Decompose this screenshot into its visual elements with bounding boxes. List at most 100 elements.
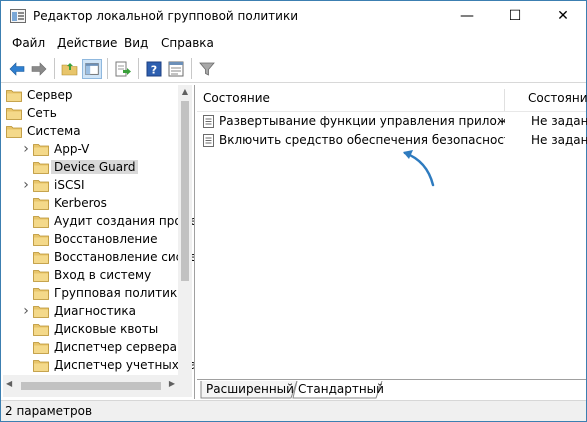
- expand-chevron-icon[interactable]: ›: [21, 142, 31, 156]
- tree-item-label: iSCSI: [54, 178, 85, 192]
- tree-item[interactable]: Device Guard: [3, 159, 181, 177]
- export-list-icon[interactable]: [113, 59, 133, 79]
- scroll-thumb[interactable]: [21, 382, 161, 390]
- close-button[interactable]: ✕: [540, 1, 586, 31]
- expand-chevron-icon[interactable]: ›: [21, 178, 31, 192]
- annotation-arrow: [403, 150, 435, 187]
- tree-item-label: Восстановление систем: [54, 250, 194, 264]
- column-divider[interactable]: [504, 89, 505, 111]
- menu-file[interactable]: Файл: [12, 36, 45, 50]
- folder-icon: [33, 252, 49, 264]
- tree-item[interactable]: › iSCSI: [3, 177, 181, 195]
- tree-item-label: Вход в систему: [54, 268, 152, 282]
- tree-item-label: Device Guard: [51, 160, 139, 174]
- svg-text:?: ?: [151, 64, 157, 77]
- help-icon[interactable]: ?: [144, 59, 164, 79]
- tree-item[interactable]: › App-V: [3, 141, 181, 159]
- tree-item[interactable]: Групповая политика: [3, 285, 185, 303]
- tree-item[interactable]: Дисковые квоты: [3, 321, 181, 339]
- tree-item-label: Сеть: [27, 106, 57, 120]
- folder-icon: [33, 180, 49, 192]
- app-icon: [10, 9, 26, 23]
- tree-item[interactable]: Сервер: [3, 87, 181, 105]
- toolbar-separator: [138, 58, 139, 79]
- tree-item-label: App-V: [54, 142, 90, 156]
- up-folder-icon[interactable]: [60, 59, 80, 79]
- folder-icon: [33, 216, 49, 228]
- tree-vertical-scrollbar[interactable]: ▲: [178, 85, 192, 375]
- tree-item-label: Дисковые квоты: [54, 322, 159, 336]
- tree-item-label: Система: [27, 124, 81, 138]
- tree-item[interactable]: Сеть: [3, 105, 181, 123]
- tree-item-label: Kerberos: [54, 196, 107, 210]
- tree-item-label: Сервер: [27, 88, 73, 102]
- column-header-state[interactable]: Состояние: [522, 89, 587, 111]
- tree-horizontal-scrollbar[interactable]: ◀ ▶: [3, 375, 178, 397]
- setting-state: Не задана: [531, 133, 587, 147]
- window-title: Редактор локальной групповой политики: [33, 9, 299, 23]
- column-header-setting[interactable]: Состояние: [197, 89, 504, 111]
- folder-icon: [33, 288, 49, 300]
- tree-item-label: Диспетчер учетных заг: [54, 358, 194, 372]
- setting-name: Включить средство обеспечения безопаснос…: [219, 133, 505, 147]
- forward-arrow-icon[interactable]: [29, 59, 49, 79]
- folder-icon: [33, 360, 49, 372]
- tree-item[interactable]: Диспетчер сервера: [3, 339, 181, 357]
- policy-setting-icon: [203, 134, 214, 147]
- filter-icon[interactable]: [197, 59, 217, 79]
- status-bar: 2 параметров: [1, 400, 586, 421]
- tree-item-label: Групповая политика: [54, 286, 185, 300]
- tab-extended[interactable]: Расширенный: [206, 382, 294, 399]
- tree-item[interactable]: › Диагностика: [3, 303, 181, 321]
- folder-icon: [33, 270, 49, 282]
- folder-icon: [33, 234, 49, 246]
- scroll-up-icon[interactable]: ▲: [178, 85, 192, 99]
- scroll-right-icon[interactable]: ▶: [169, 379, 175, 388]
- tree-item[interactable]: Kerberos: [3, 195, 181, 213]
- tree-item[interactable]: Вход в систему: [3, 267, 181, 285]
- minimize-button[interactable]: —: [444, 1, 490, 31]
- folder-icon: [33, 144, 49, 156]
- tree-item[interactable]: Восстановление систем: [3, 249, 194, 267]
- scroll-thumb[interactable]: [181, 101, 189, 281]
- maximize-button[interactable]: ☐: [492, 1, 538, 31]
- folder-icon: [6, 126, 22, 138]
- view-tabs: Расширенный Стандартный: [197, 379, 586, 399]
- folder-icon: [6, 108, 22, 120]
- setting-name: Развертывание функции управления приложе…: [219, 114, 505, 128]
- tree-item[interactable]: Диспетчер учетных заг: [3, 357, 194, 375]
- toolbar-separator: [191, 58, 192, 79]
- setting-state: Не задана: [531, 114, 587, 128]
- folder-icon: [33, 198, 49, 210]
- folder-icon: [33, 162, 49, 174]
- show-hide-tree-icon[interactable]: [82, 59, 102, 79]
- folder-icon: [6, 90, 22, 102]
- menu-action[interactable]: Действие: [57, 36, 117, 50]
- menu-view[interactable]: Вид: [124, 36, 148, 50]
- tree-item-label: Диспетчер сервера: [54, 340, 177, 354]
- folder-icon: [33, 342, 49, 354]
- status-text: 2 параметров: [5, 404, 93, 418]
- properties-icon[interactable]: [166, 59, 186, 79]
- tree-item[interactable]: Аудит создания процес: [3, 213, 194, 231]
- tree-item-label: Восстановление: [54, 232, 158, 246]
- folder-icon: [33, 306, 49, 318]
- menu-bar: Файл Действие Вид Справка: [1, 32, 586, 54]
- toolbar: ?: [1, 54, 586, 83]
- app-window: Редактор локальной групповой политики — …: [0, 0, 587, 422]
- scroll-left-icon[interactable]: ◀: [6, 379, 12, 388]
- tab-standard[interactable]: Стандартный: [298, 382, 384, 399]
- tree-item[interactable]: Система: [3, 123, 181, 141]
- tree-item-label: Диагностика: [54, 304, 137, 318]
- expand-chevron-icon[interactable]: ›: [21, 304, 31, 318]
- pane-splitter[interactable]: [194, 85, 195, 399]
- tree-item[interactable]: Восстановление: [3, 231, 181, 249]
- menu-help[interactable]: Справка: [161, 36, 214, 50]
- toolbar-separator: [54, 58, 55, 79]
- toolbar-separator: [107, 58, 108, 79]
- list-row[interactable]: Развертывание функции управления приложе…: [197, 112, 587, 131]
- tree-pane[interactable]: Сервер Сеть Система › App-V Device Guard › iSCS…: [3, 85, 194, 375]
- back-arrow-icon[interactable]: [7, 59, 27, 79]
- settings-list: Состояние Состояние Развертывание функци…: [197, 85, 587, 379]
- title-bar[interactable]: Редактор локальной групповой политики — …: [1, 1, 586, 32]
